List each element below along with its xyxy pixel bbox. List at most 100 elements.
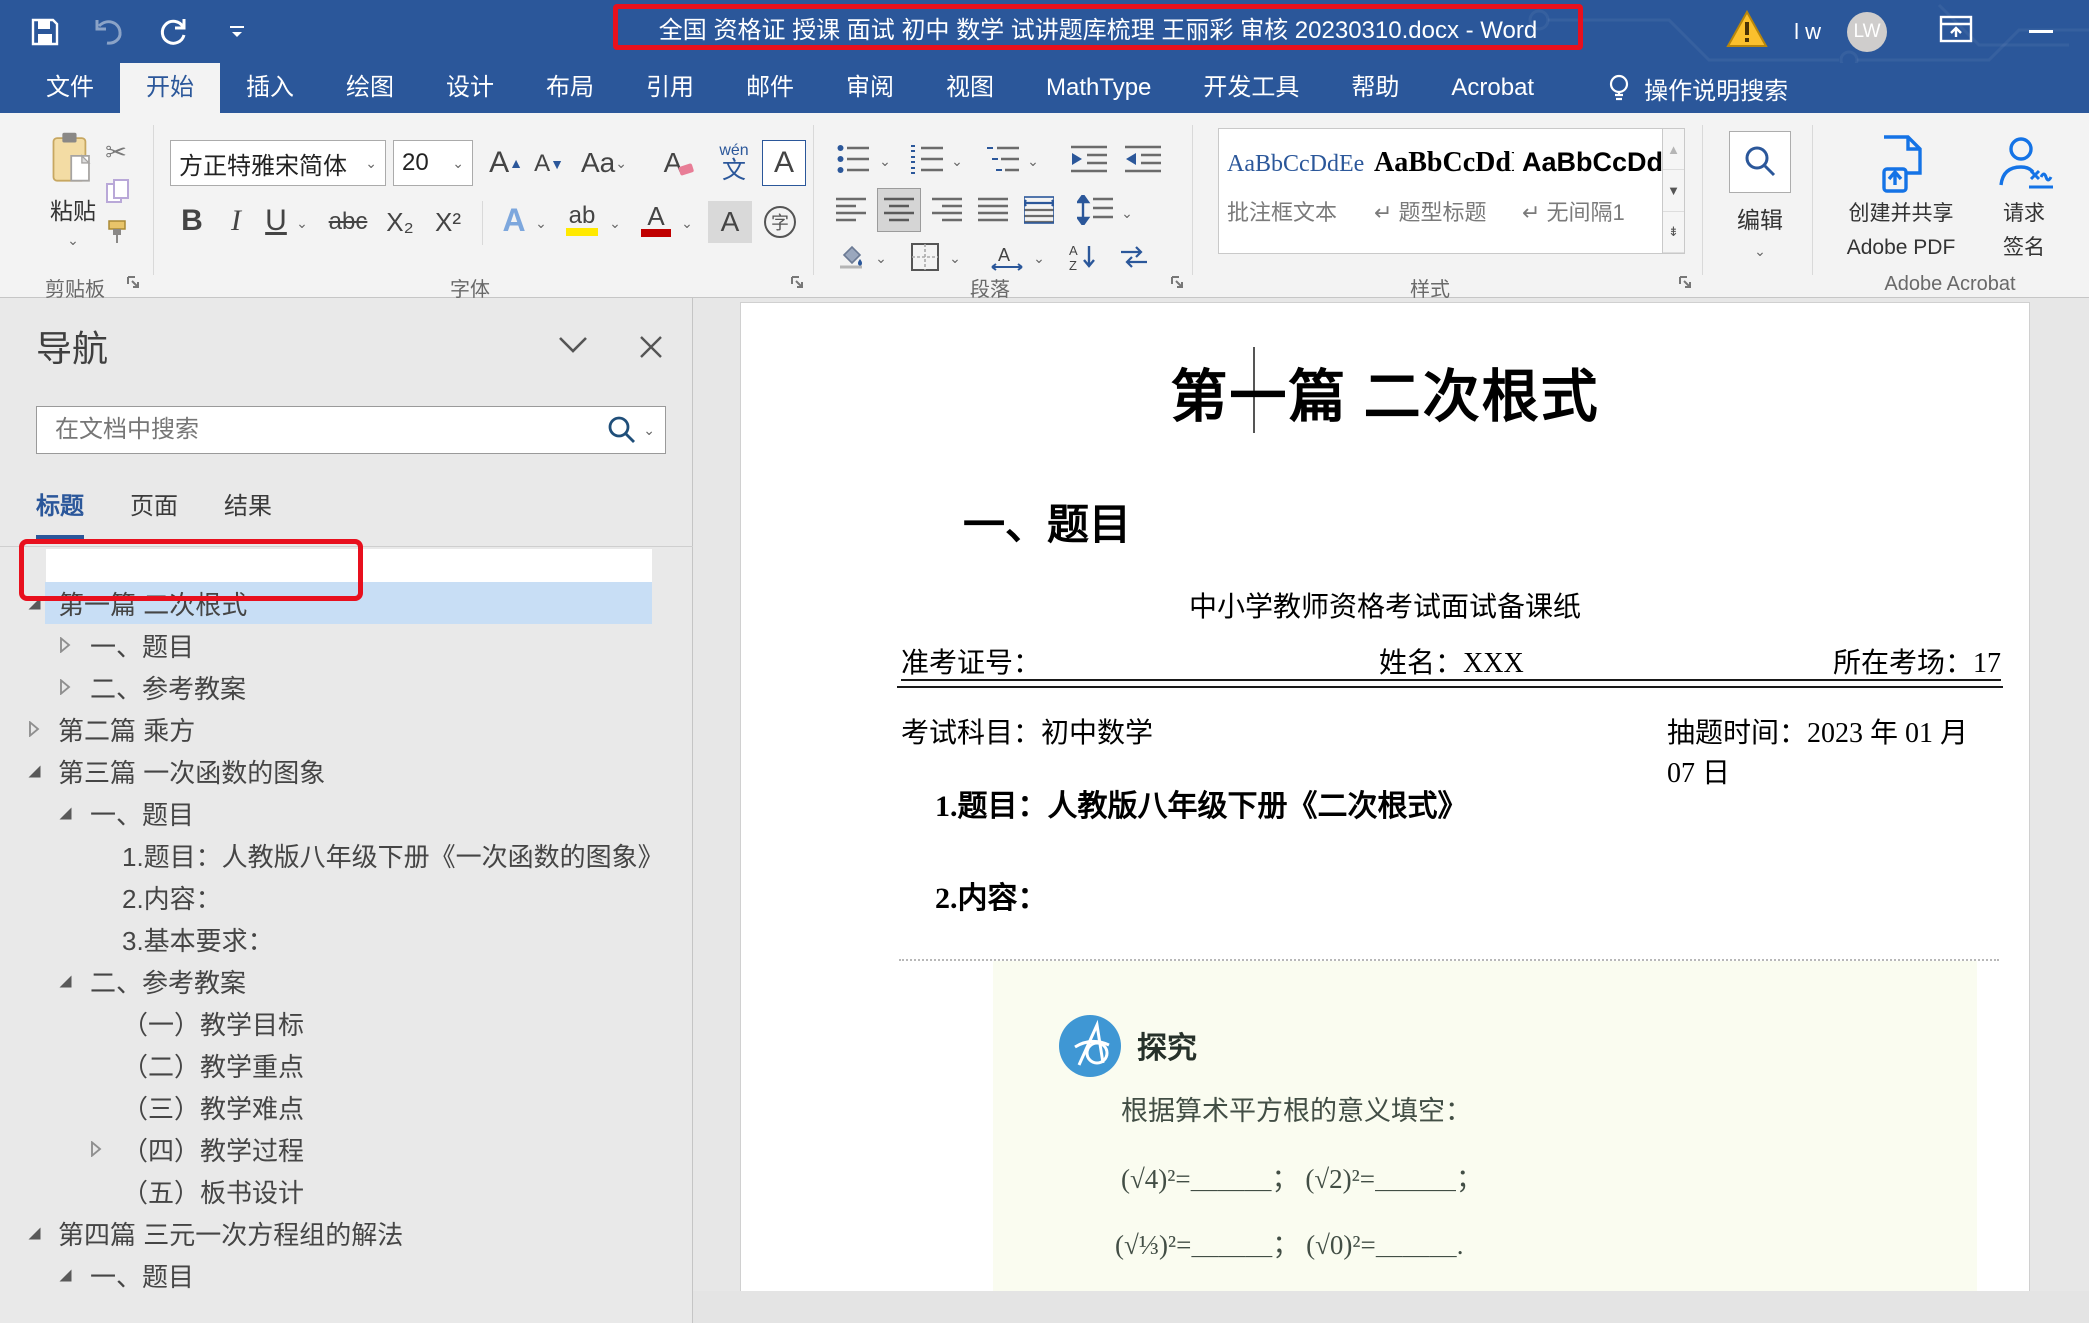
nav-tree-item[interactable]: 一、题目 [0, 1254, 693, 1296]
ribbon-tab-设计[interactable]: 设计 [420, 63, 520, 113]
nav-tree-item[interactable]: 1.题目：人教版八年级下册《一次函数的图象》 [0, 834, 693, 876]
numbered-list-button[interactable] [904, 137, 948, 181]
collapse-arrow-icon[interactable] [55, 803, 75, 823]
nav-tree-item[interactable]: 2.内容： [0, 876, 693, 918]
nav-tab-标题[interactable]: 标题 [36, 486, 84, 541]
format-painter-button[interactable] [98, 215, 138, 249]
save-button[interactable] [28, 15, 62, 49]
styles-more-icon[interactable]: ⇟ [1663, 212, 1684, 253]
ribbon-tab-布局[interactable]: 布局 [520, 63, 620, 113]
request-signatures-button[interactable]: 请求 签名 [1976, 125, 2072, 270]
ribbon-tab-文件[interactable]: 文件 [20, 63, 120, 113]
enclose-characters-button[interactable]: 字 [758, 201, 802, 243]
collapse-arrow-icon[interactable] [24, 761, 44, 781]
underline-caret-icon[interactable]: ⌄ [292, 205, 312, 241]
expand-arrow-icon[interactable] [55, 677, 75, 697]
show-marks-button[interactable] [1112, 237, 1156, 277]
align-center-button[interactable] [878, 189, 920, 231]
character-shading-button[interactable]: A [708, 201, 752, 243]
shrink-font-button[interactable]: A▼ [530, 143, 568, 185]
ribbon-tab-开始[interactable]: 开始 [120, 63, 220, 113]
nav-tree-item[interactable]: 第三篇 一次函数的图象 [0, 750, 693, 792]
ribbon-tab-帮助[interactable]: 帮助 [1325, 63, 1425, 113]
nav-tree-item[interactable]: （一）教学目标 [0, 1002, 693, 1044]
style-gallery-item[interactable]: AaBbCcDdEe批注框文本 [1227, 129, 1366, 253]
font-size-select[interactable]: 20 ⌄ [393, 140, 473, 186]
redo-repeat-button[interactable] [156, 15, 190, 49]
borders-caret-icon[interactable]: ⌄ [946, 241, 964, 275]
ribbon-tab-邮件[interactable]: 邮件 [720, 63, 820, 113]
ribbon-display-options-icon[interactable] [1939, 13, 1973, 50]
style-gallery-item[interactable]: AaBbCcDdI↵ 题型标题 [1374, 129, 1514, 253]
bullet-list-button[interactable] [832, 137, 876, 181]
font-name-select[interactable]: 方正特雅宋简体 ⌄ [170, 140, 386, 186]
customize-qat-button[interactable] [220, 15, 254, 49]
font-color-caret-icon[interactable]: ⌄ [678, 205, 696, 241]
distribute-button[interactable] [1018, 189, 1060, 231]
grow-font-button[interactable]: A▲ [486, 140, 526, 186]
warning-icon[interactable] [1726, 10, 1768, 53]
nav-tree-item[interactable]: （四）教学过程 [0, 1128, 693, 1170]
italic-button[interactable]: I [216, 199, 256, 243]
nav-pane-chevron-icon[interactable] [556, 334, 590, 361]
styles-scroll-up-icon[interactable]: ▲ [1663, 129, 1684, 170]
sort-button[interactable]: AZ [1062, 237, 1106, 277]
nav-search-box[interactable]: ⌄ [36, 406, 666, 454]
asian-layout-caret-icon[interactable]: ⌄ [1030, 241, 1048, 275]
collapse-arrow-icon[interactable] [24, 1223, 44, 1243]
collapse-arrow-icon[interactable] [55, 971, 75, 991]
borders-button[interactable] [904, 237, 946, 277]
strikethrough-button[interactable]: abc [322, 201, 374, 243]
change-case-button[interactable]: Aa⌄ [576, 140, 632, 186]
nav-tree-item[interactable]: 第二篇 乘方 [0, 708, 693, 750]
styles-scroll-down-icon[interactable]: ▼ [1663, 170, 1684, 211]
highlight-button[interactable]: ab [558, 197, 606, 243]
ribbon-tab-插入[interactable]: 插入 [220, 63, 320, 113]
styles-dialog-launcher[interactable] [1678, 275, 1694, 291]
nav-tree-item[interactable]: 一、题目 [0, 624, 693, 666]
align-left-button[interactable] [830, 189, 872, 231]
clipboard-dialog-launcher[interactable] [126, 275, 142, 291]
asian-layout-button[interactable]: A [984, 237, 1030, 277]
edit-button[interactable]: 编辑 ⌄ [1720, 125, 1800, 265]
multilevel-list-button[interactable] [980, 137, 1024, 181]
nav-tree-item[interactable]: 一、题目 [0, 792, 693, 834]
line-spacing-caret-icon[interactable]: ⌄ [1118, 195, 1136, 231]
nav-pane-close-icon[interactable] [638, 334, 664, 365]
ribbon-tab-绘图[interactable]: 绘图 [320, 63, 420, 113]
clear-formatting-button[interactable]: A [658, 140, 702, 186]
bullet-list-caret-icon[interactable]: ⌄ [876, 143, 894, 179]
superscript-button[interactable]: X² [426, 201, 470, 243]
undo-button[interactable] [92, 15, 126, 49]
nav-tree-item[interactable]: 第四篇 三元一次方程组的解法 [0, 1212, 693, 1254]
text-effects-button[interactable]: A [492, 197, 536, 243]
nav-search-input[interactable] [55, 416, 607, 444]
nav-tab-页面[interactable]: 页面 [130, 486, 178, 541]
nav-tab-结果[interactable]: 结果 [224, 486, 272, 541]
textbook-image[interactable]: 探究 根据算术平方根的意义填空： (√4)²=＿＿＿； (√2)²=＿＿＿； (… [993, 961, 1977, 1323]
nav-search-caret-icon[interactable]: ⌄ [643, 422, 655, 439]
collapse-arrow-icon[interactable] [55, 1265, 75, 1285]
nav-search-icon[interactable] [607, 415, 637, 445]
underline-button[interactable]: U [256, 199, 296, 243]
shading-button[interactable] [830, 237, 872, 277]
justify-button[interactable] [972, 189, 1014, 231]
ribbon-tab-审阅[interactable]: 审阅 [820, 63, 920, 113]
line-spacing-button[interactable] [1072, 189, 1118, 231]
increase-indent-button[interactable] [1120, 137, 1166, 181]
expand-arrow-icon[interactable] [55, 635, 75, 655]
avatar[interactable]: LW [1847, 12, 1887, 52]
nav-tree-item[interactable]: （二）教学重点 [0, 1044, 693, 1086]
subscript-button[interactable]: X₂ [378, 201, 422, 243]
highlight-caret-icon[interactable]: ⌄ [606, 205, 624, 241]
cut-button[interactable]: ✂ [96, 135, 136, 169]
create-share-pdf-button[interactable]: 创建并共享 Adobe PDF [1826, 125, 1976, 270]
ribbon-tab-开发工具[interactable]: 开发工具 [1177, 63, 1325, 113]
nav-tree-item[interactable]: 二、参考教案 [0, 960, 693, 1002]
numbered-list-caret-icon[interactable]: ⌄ [948, 143, 966, 179]
copy-button[interactable] [98, 175, 138, 209]
nav-tree-item[interactable]: （三）教学难点 [0, 1086, 693, 1128]
tell-me-search[interactable]: 操作说明搜索 [1606, 63, 1788, 113]
phonetic-guide-button[interactable]: wén 文 [712, 138, 756, 188]
bold-button[interactable]: B [172, 199, 212, 243]
